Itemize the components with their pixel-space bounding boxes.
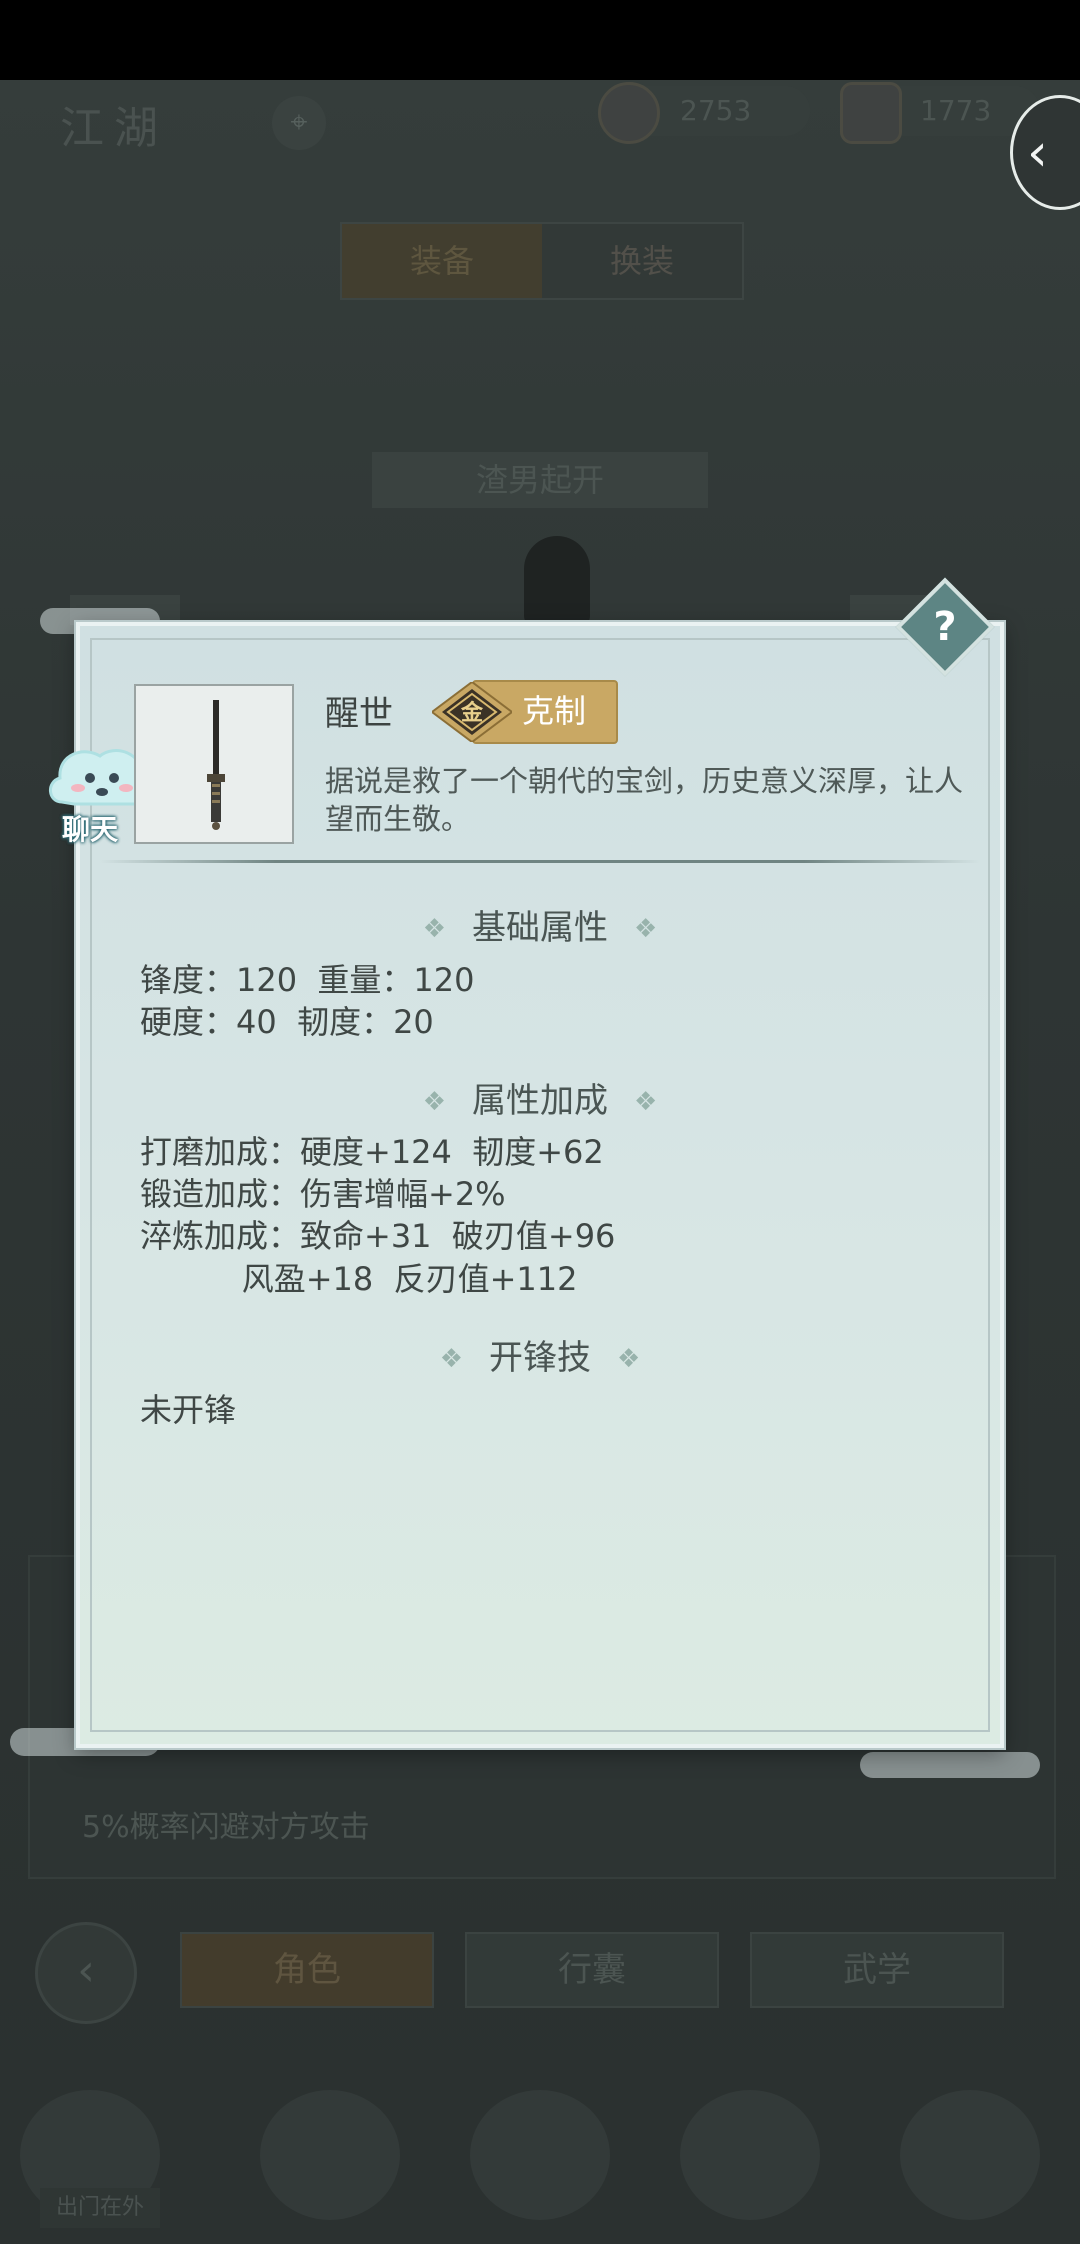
location-pin-icon[interactable]: ⌖: [272, 96, 326, 150]
nav-bag[interactable]: 行囊: [465, 1932, 719, 2008]
status-bar: [0, 0, 1080, 80]
background-footer-text: 5%概率闪避对方攻击: [82, 1810, 370, 1845]
gold-element-icon: 金: [432, 682, 512, 742]
dock-item-3[interactable]: [470, 2090, 610, 2220]
ornament-icon: ❖: [439, 1344, 463, 1374]
ornament-icon: ❖: [617, 1344, 641, 1374]
nav-character[interactable]: 角色: [180, 1932, 434, 2008]
section-basic-label: 基础属性: [472, 908, 608, 948]
basic-line: 硬度：40 韧度：20: [140, 1003, 434, 1041]
header-divider: [100, 860, 980, 863]
section-basic-title: ❖ 基础属性 ❖: [0, 900, 1080, 949]
item-icon-frame: [134, 684, 294, 844]
coin-icon: [598, 82, 660, 144]
coin-counter: 2753: [598, 82, 810, 144]
tab-equipment[interactable]: 装备: [342, 224, 542, 298]
dock-item-5[interactable]: [900, 2090, 1040, 2220]
sword-icon: [207, 700, 225, 830]
equipment-tabs: 装备 换装: [340, 222, 744, 300]
bonus-line: 打磨加成：硬度+124 韧度+62: [140, 1133, 604, 1171]
nav-back-icon[interactable]: ‹: [35, 1922, 137, 2024]
section-bonus-title: ❖ 属性加成 ❖: [0, 1073, 1080, 1122]
section-skill-title: ❖ 开锋技 ❖: [0, 1330, 1080, 1379]
ornament-icon: ❖: [634, 914, 658, 944]
ornament-icon: ❖: [422, 914, 446, 944]
ingot-counter: 1773: [840, 82, 1040, 144]
dock-item-4[interactable]: [680, 2090, 820, 2220]
basic-line: 锋度：120 重量：120: [140, 961, 475, 999]
gold-element-glyph: 金: [460, 700, 484, 726]
ingot-icon: [840, 82, 902, 144]
ornament-icon: ❖: [422, 1087, 446, 1117]
help-icon: ?: [933, 604, 957, 650]
bonus-line: 风盈+18 反刃值+112: [140, 1260, 578, 1298]
tab-outfit[interactable]: 换装: [542, 224, 742, 298]
ornament-icon: ❖: [634, 1087, 658, 1117]
coin-value: 2753: [680, 94, 752, 127]
section-bonus-label: 属性加成: [472, 1081, 608, 1121]
skill-text: 未开锋: [140, 1391, 237, 1429]
region-title: 江湖: [60, 103, 168, 154]
item-name: 醒世: [325, 694, 393, 734]
cloud-decoration: [860, 1752, 1040, 1778]
dock-label: 出门在外: [40, 2188, 160, 2228]
chat-label: 聊天: [62, 813, 119, 846]
item-description: 据说是救了一个朝代的宝剑，历史意义深厚，让人望而生敬。: [325, 764, 964, 836]
bottom-nav: ‹ 角色 行囊 武学: [0, 1910, 1080, 2030]
counter-tag: 克制 金: [432, 680, 618, 744]
bottom-dock: 出门在外: [0, 2050, 1080, 2244]
section-skill-label: 开锋技: [489, 1338, 591, 1378]
nav-martial[interactable]: 武学: [750, 1932, 1004, 2008]
character-avatar: [524, 536, 590, 626]
bonus-line: 锻造加成：伤害增幅+2%: [140, 1175, 506, 1213]
character-name: 渣男起开: [372, 452, 708, 508]
bonus-line: 淬炼加成：致命+31 破刃值+96: [140, 1217, 616, 1255]
ingot-value: 1773: [920, 94, 992, 127]
dock-item-2[interactable]: [260, 2090, 400, 2220]
